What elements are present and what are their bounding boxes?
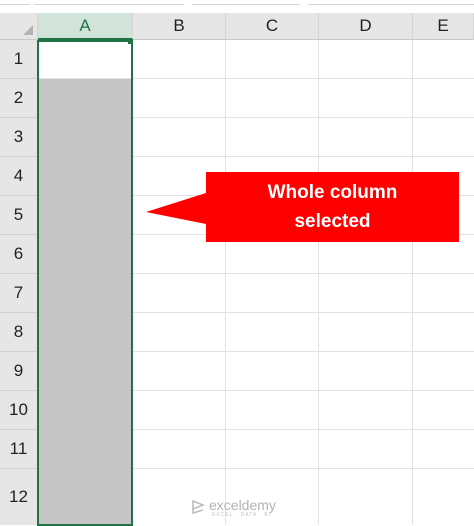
callout-label: Whole column selected	[206, 172, 459, 242]
watermark-tagline: EXCEL · DATA · BI	[212, 512, 272, 518]
exceldemy-logo-icon	[192, 499, 206, 515]
watermark-name: exceldemy	[209, 497, 276, 513]
callout-line-2: selected	[294, 211, 371, 232]
exceldemy-watermark: exceldemy EXCEL · DATA · BI	[190, 496, 300, 520]
callout-shape	[146, 172, 459, 242]
callout-pointer	[146, 193, 206, 224]
callout-line-1: Whole column	[267, 182, 398, 203]
